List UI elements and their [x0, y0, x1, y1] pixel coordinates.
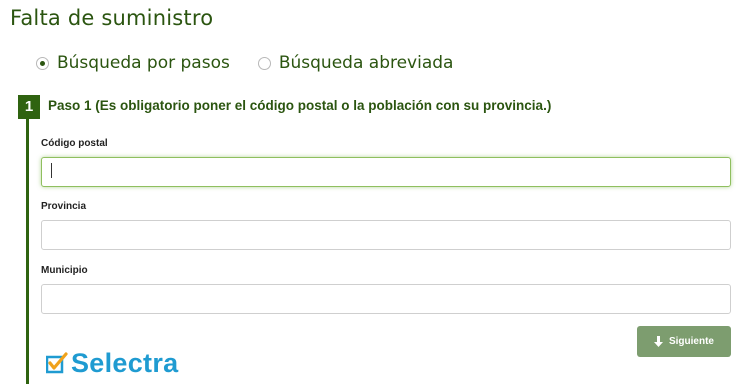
- next-button[interactable]: Siguiente: [637, 326, 731, 357]
- radio-button-checked[interactable]: [36, 56, 49, 70]
- municipality-label: Municipio: [41, 265, 88, 276]
- radio-label-step-search[interactable]: Búsqueda por pasos: [57, 53, 230, 73]
- arrow-down-icon: [653, 336, 663, 347]
- logo-text: Selectra: [71, 348, 179, 378]
- postal-code-input[interactable]: [41, 157, 731, 187]
- search-mode-group: Búsqueda por pasos Búsqueda abreviada: [36, 53, 481, 73]
- next-button-label: Siguiente: [668, 336, 714, 347]
- radio-button-unchecked[interactable]: [257, 56, 271, 70]
- radio-option-step-search[interactable]: Búsqueda por pasos: [36, 53, 230, 73]
- province-label: Provincia: [41, 201, 87, 212]
- checkbox-logo-icon: [46, 352, 68, 374]
- page-title: Falta de suministro: [10, 6, 214, 30]
- step-indicator-line: [26, 116, 29, 384]
- radio-option-short-search[interactable]: Búsqueda abreviada: [257, 53, 454, 73]
- selectra-logo: Selectra: [46, 349, 178, 377]
- text-cursor: [51, 163, 52, 178]
- step-title: Paso 1 (Es obligatorio poner el código p…: [48, 98, 552, 113]
- municipality-input[interactable]: [41, 284, 731, 314]
- step-number-badge: 1: [18, 95, 40, 119]
- radio-label-short-search[interactable]: Búsqueda abreviada: [279, 53, 454, 73]
- postal-code-label: Código postal: [41, 138, 108, 149]
- province-input[interactable]: [41, 220, 731, 250]
